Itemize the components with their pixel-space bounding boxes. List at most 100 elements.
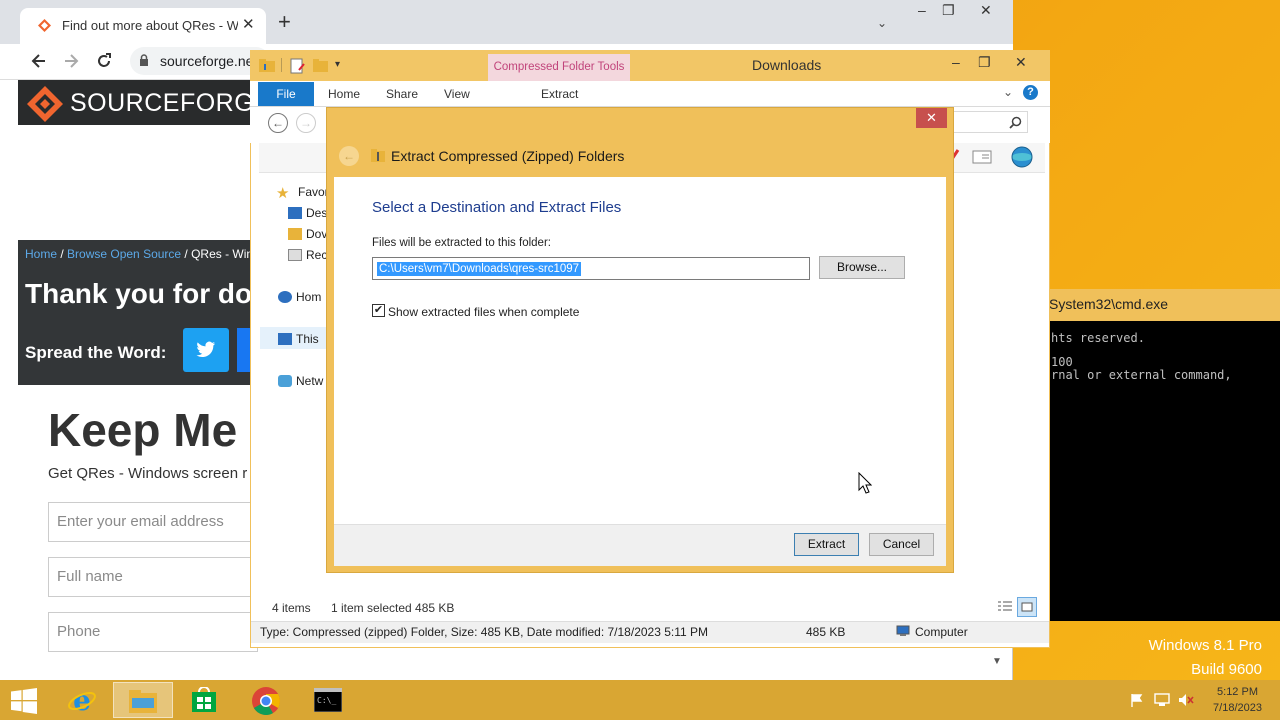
cancel-button[interactable]: Cancel [869, 533, 934, 556]
command-prompt-icon: C:\_ [314, 688, 342, 712]
details-computer-label: Computer [915, 625, 968, 639]
this-pc-icon [278, 333, 292, 345]
large-icons-view-button[interactable] [1017, 597, 1037, 617]
nav-favorites[interactable]: ★ Favor [276, 184, 329, 202]
sourceforge-logo-icon[interactable] [26, 85, 64, 123]
new-tab-button[interactable]: + [278, 11, 291, 33]
explorer-title: Downloads [752, 57, 822, 73]
help-icon[interactable]: ? [1023, 85, 1038, 100]
windows-store-icon [192, 687, 216, 712]
tab-home[interactable]: Home [328, 87, 360, 101]
spread-the-word-label: Spread the Word: [25, 343, 167, 362]
desktop-icon [288, 207, 302, 219]
breadcrumb-separator: / [57, 247, 68, 261]
folder-app-icon [259, 59, 275, 72]
nav-this-pc-label: This [296, 332, 319, 346]
tab-search-chevron-icon[interactable]: ⌄ [877, 16, 887, 30]
tab-view[interactable]: View [444, 87, 470, 101]
reload-icon[interactable] [95, 52, 113, 70]
taskbar-file-explorer[interactable] [113, 682, 173, 718]
show-files-checkbox-label[interactable]: Show extracted files when complete [388, 305, 579, 319]
explorer-close-icon[interactable]: ✕ [1015, 54, 1027, 71]
show-files-checkbox[interactable]: ✔ [372, 304, 385, 317]
clock-date: 7/18/2023 [1213, 702, 1262, 714]
tab-share[interactable]: Share [386, 87, 418, 101]
nav-homegroup-label: Hom [296, 290, 322, 304]
email-field[interactable]: Enter your email address [48, 502, 258, 542]
ribbon-expand-chevron-icon[interactable]: ⌄ [1003, 85, 1013, 99]
action-center-flag-icon[interactable] [1130, 693, 1144, 707]
sourceforge-logo-text[interactable]: SOURCEFORGE [70, 89, 271, 118]
recent-places-icon [288, 249, 302, 261]
globe-icon[interactable] [1009, 146, 1035, 168]
nav-network-label: Netw [296, 374, 324, 388]
destination-label: Files will be extracted to this folder: [372, 237, 551, 249]
explorer-maximize-icon[interactable]: ❐ [978, 54, 991, 71]
nav-recent[interactable]: Rec [288, 248, 327, 262]
search-icon[interactable] [1009, 116, 1022, 129]
forward-arrow-icon[interactable] [62, 52, 80, 70]
tab-title: Find out more about QRes - Win [62, 18, 238, 33]
windows-watermark-edition: Windows 8.1 Pro [1148, 637, 1262, 654]
preview-pane-icon[interactable] [972, 149, 992, 165]
breadcrumb: Home / Browse Open Source / QRes - Wind [25, 247, 260, 261]
nav-downloads[interactable]: Dov [288, 227, 327, 241]
taskbar-internet-explorer[interactable]: e [52, 682, 112, 718]
phone-field[interactable]: Phone [48, 612, 258, 652]
explorer-forward-icon[interactable]: → [296, 113, 316, 133]
system-clock[interactable]: 5:12 PM 7/18/2023 [1200, 684, 1275, 716]
back-arrow-icon[interactable] [30, 52, 48, 70]
explorer-back-icon[interactable]: ← [268, 113, 288, 133]
windows-watermark-build: Build 9600 [1191, 661, 1262, 678]
scroll-down-arrow-icon[interactable]: ▼ [992, 656, 1002, 667]
mouse-cursor-icon [858, 472, 872, 494]
tab-extract[interactable]: Extract [541, 87, 578, 101]
windows-start-icon[interactable] [11, 688, 37, 714]
chrome-maximize-icon[interactable]: ❐ [942, 2, 955, 19]
explorer-minimize-icon[interactable]: – [952, 54, 960, 70]
volume-muted-icon[interactable] [1178, 693, 1194, 707]
dialog-body [334, 177, 946, 524]
large-icons-view-icon [1021, 602, 1033, 612]
network-status-icon[interactable] [1154, 693, 1170, 707]
nav-this-pc[interactable]: This [278, 332, 319, 346]
browse-button[interactable]: Browse... [819, 256, 905, 279]
details-file-info: Type: Compressed (zipped) Folder, Size: … [260, 625, 709, 639]
nav-homegroup[interactable]: Hom [278, 290, 321, 304]
fullname-field[interactable]: Full name [48, 557, 258, 597]
taskbar-chrome[interactable] [236, 682, 296, 718]
properties-icon[interactable] [290, 58, 306, 74]
extract-button[interactable]: Extract [794, 533, 859, 556]
twitter-share-button[interactable] [183, 328, 229, 372]
qat-customize-icon[interactable]: ▾ [335, 59, 340, 70]
newsletter-subtitle: Get QRes - Windows screen r [48, 465, 248, 482]
chrome-tab[interactable]: Find out more about QRes - Win ✕ [20, 8, 266, 44]
nav-favorites-label: Favor [298, 185, 329, 199]
destination-path-value: C:\Users\vm7\Downloads\qres-src1097 [377, 262, 582, 276]
chrome-minimize-icon[interactable]: – [918, 2, 926, 18]
destination-path-field[interactable]: C:\Users\vm7\Downloads\qres-src1097 [372, 257, 810, 280]
breadcrumb-home-link[interactable]: Home [25, 247, 57, 261]
lock-icon [140, 54, 148, 66]
new-folder-icon[interactable] [313, 58, 328, 72]
keep-me-heading: Keep Me [48, 404, 238, 456]
tab-close-icon[interactable]: ✕ [242, 15, 255, 33]
explorer-titlebar[interactable] [250, 50, 1050, 81]
details-view-icon[interactable] [997, 600, 1013, 614]
star-icon: ★ [276, 185, 290, 202]
dialog-close-icon[interactable]: ✕ [916, 108, 947, 128]
nav-desktop-label: Des [306, 206, 328, 220]
breadcrumb-browse-link[interactable]: Browse Open Source [67, 247, 181, 261]
dialog-back-icon: ← [339, 146, 359, 166]
tab-file[interactable]: File [258, 82, 314, 106]
nav-recent-label: Rec [306, 248, 328, 262]
taskbar-command-prompt[interactable]: C:\_ [298, 682, 358, 718]
chrome-close-icon[interactable]: ✕ [980, 2, 992, 19]
clock-time: 5:12 PM [1217, 686, 1258, 698]
nav-network[interactable]: Netw [278, 374, 323, 388]
status-selection: 1 item selected 485 KB [331, 601, 455, 615]
address-text: sourceforge.ne [160, 53, 254, 69]
computer-icon [896, 625, 910, 636]
taskbar-store[interactable] [174, 682, 234, 718]
nav-desktop[interactable]: Des [288, 206, 327, 220]
